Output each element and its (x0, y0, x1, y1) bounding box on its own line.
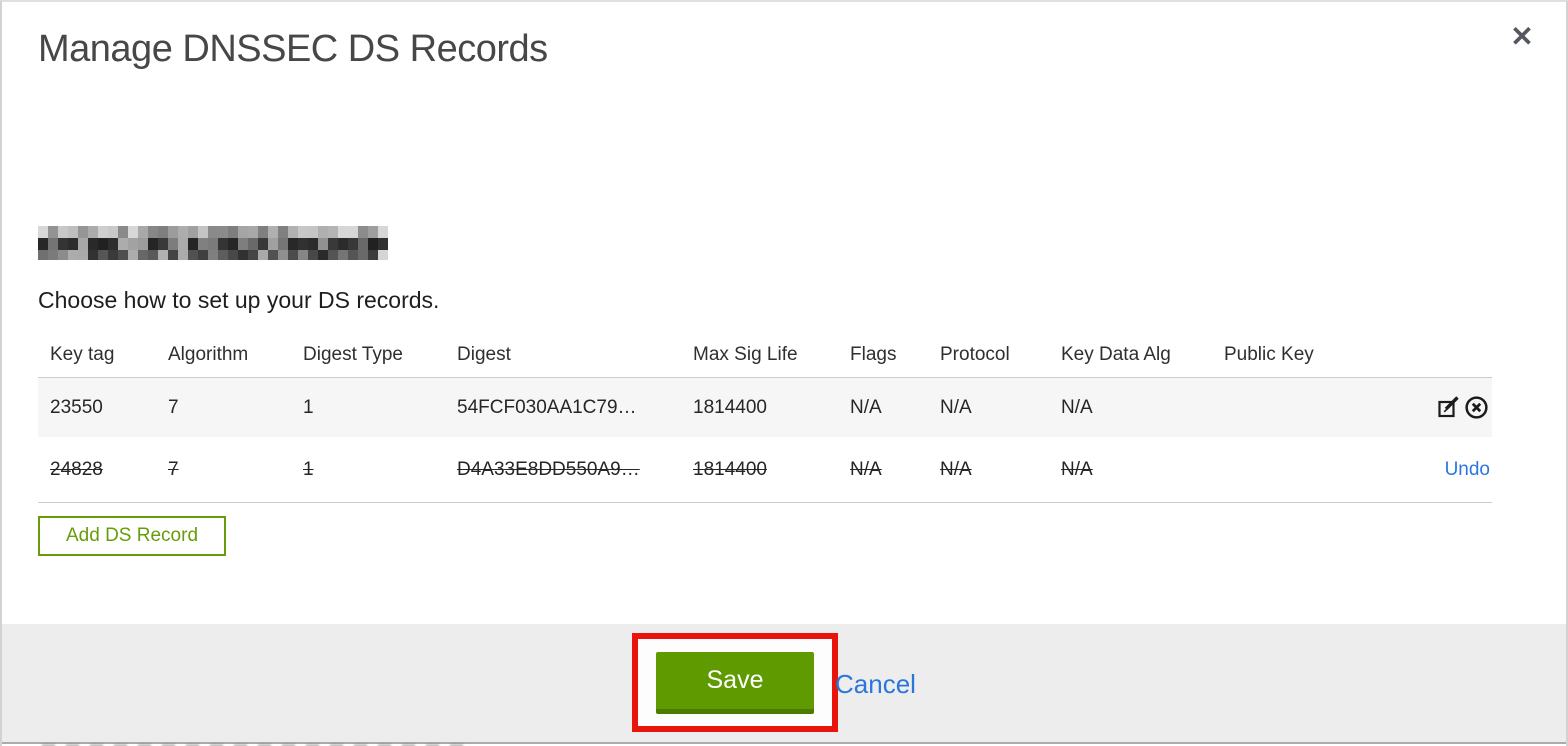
edit-icon[interactable] (1435, 394, 1462, 421)
page-title: Manage DNSSEC DS Records (38, 28, 548, 70)
table-header-row: Key tag Algorithm Digest Type Digest Max… (38, 332, 1492, 378)
cell-key-tag: 23550 (50, 396, 103, 418)
cell-flags: N/A (850, 458, 882, 480)
col-public-key: Public Key (1224, 343, 1314, 365)
cell-digest-type: 1 (303, 458, 314, 480)
row-actions: Undo (1408, 459, 1492, 481)
table-row-deleted: 24828 7 1 D4A33E8DD550A9… 1814400 N/A N/… (38, 437, 1492, 503)
cell-key-data-alg: N/A (1061, 458, 1093, 480)
redacted-domain-name (38, 226, 388, 260)
save-button[interactable]: Save (656, 652, 814, 714)
col-digest-type: Digest Type (303, 343, 403, 365)
row-actions (1408, 394, 1492, 421)
col-flags: Flags (850, 343, 897, 365)
col-digest: Digest (457, 343, 511, 365)
remove-icon[interactable] (1463, 394, 1490, 421)
cell-algorithm: 7 (168, 458, 179, 480)
col-protocol: Protocol (940, 343, 1010, 365)
cell-protocol: N/A (940, 396, 972, 418)
dnssec-modal: Manage DNSSEC DS Records ✕ Choose how to… (0, 0, 1568, 746)
cell-key-tag: 24828 (50, 458, 103, 480)
col-key-tag: Key tag (50, 343, 115, 365)
cell-digest: 54FCF030AA1C79… (457, 396, 637, 418)
instruction-text: Choose how to set up your DS records. (38, 287, 440, 313)
table-row: 23550 7 1 54FCF030AA1C79… 1814400 N/A N/… (38, 378, 1492, 437)
add-ds-record-button[interactable]: Add DS Record (38, 516, 227, 556)
cell-flags: N/A (850, 396, 882, 418)
cell-max-sig-life: 1814400 (693, 396, 767, 418)
col-algorithm: Algorithm (168, 343, 249, 365)
cell-digest: D4A33E8DD550A9… (457, 458, 640, 480)
undo-link[interactable]: Undo (1445, 459, 1490, 481)
cell-algorithm: 7 (168, 396, 179, 418)
cell-digest-type: 1 (303, 396, 314, 418)
cell-protocol: N/A (940, 458, 972, 480)
col-key-data-alg: Key Data Alg (1061, 343, 1171, 365)
cancel-link[interactable]: Cancel (835, 669, 916, 700)
modal-footer: Save Cancel (2, 624, 1566, 742)
col-max-sig-life: Max Sig Life (693, 343, 798, 365)
cell-key-data-alg: N/A (1061, 396, 1093, 418)
close-icon[interactable]: ✕ (1505, 20, 1539, 54)
cell-max-sig-life: 1814400 (693, 458, 767, 480)
ds-records-table: Key tag Algorithm Digest Type Digest Max… (38, 332, 1492, 503)
